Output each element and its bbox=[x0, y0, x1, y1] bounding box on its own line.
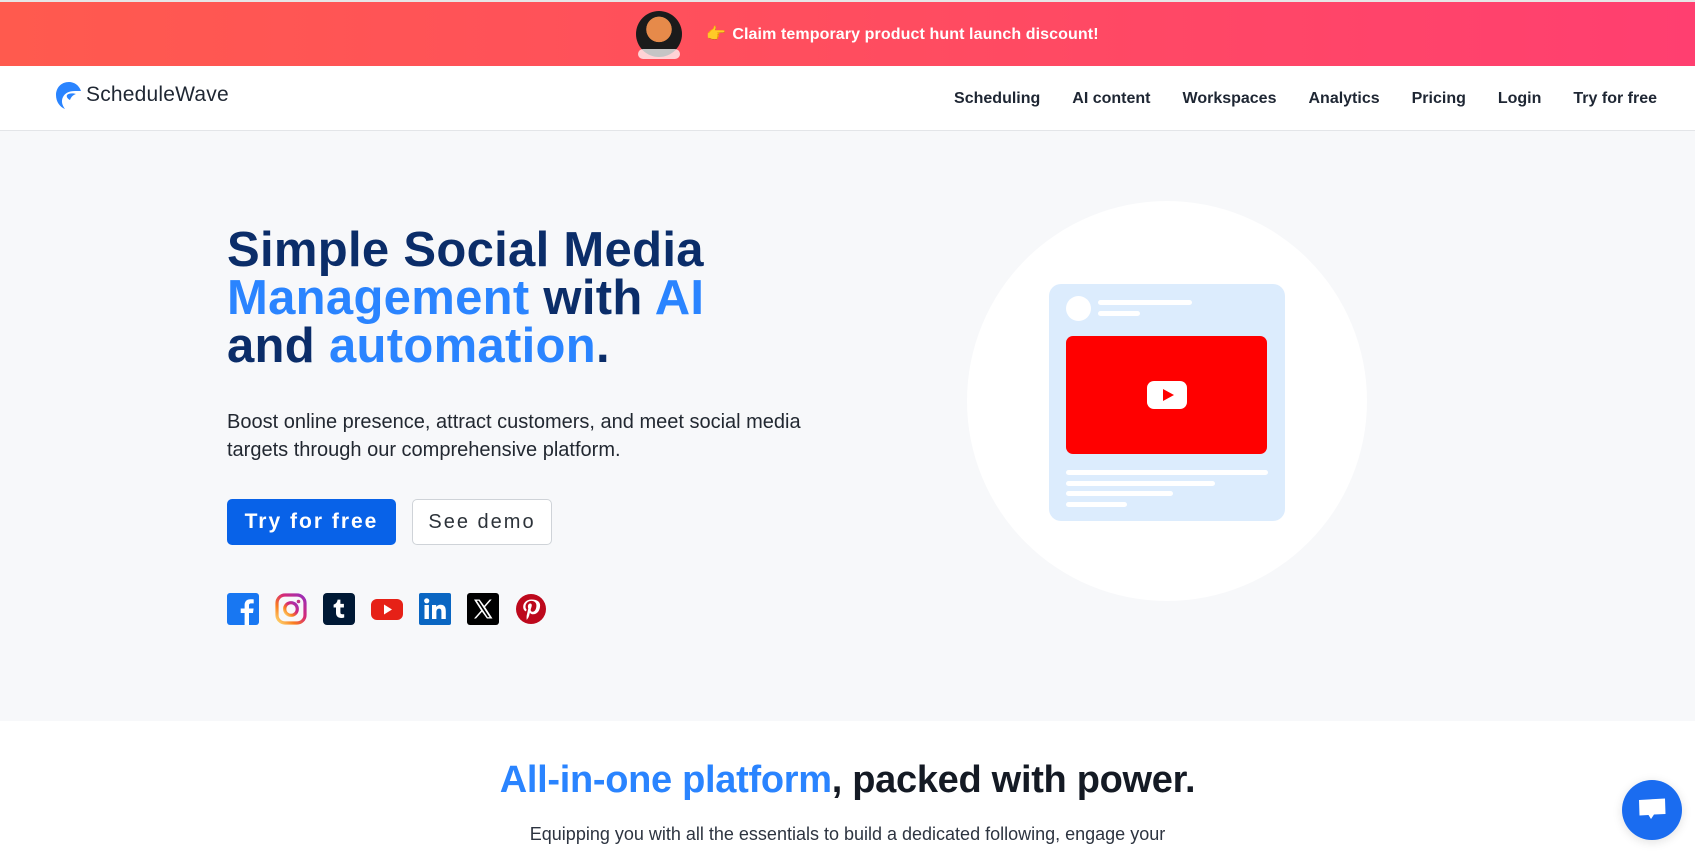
hero-title: Simple Social Media Management with AI a… bbox=[227, 223, 705, 373]
features-section: All-in-one platform, packed with power. … bbox=[0, 721, 1695, 855]
youtube-video-thumbnail bbox=[1066, 336, 1267, 454]
linkedin-icon[interactable] bbox=[419, 593, 451, 625]
schedulewave-logo-icon bbox=[56, 82, 81, 109]
x-icon[interactable] bbox=[467, 593, 499, 625]
nav-link-pricing[interactable]: Pricing bbox=[1412, 90, 1466, 108]
post-text-line bbox=[1066, 491, 1173, 496]
hero-section: Simple Social Media Management with AI a… bbox=[0, 131, 1695, 721]
instagram-icon[interactable] bbox=[275, 593, 307, 625]
nav-link-login[interactable]: Login bbox=[1498, 90, 1542, 108]
chat-bubble-icon bbox=[1639, 798, 1666, 819]
promo-banner[interactable]: 👉 Claim temporary product hunt launch dis… bbox=[0, 0, 1695, 66]
nav-link-try-for-free[interactable]: Try for free bbox=[1573, 90, 1657, 108]
hero-subtitle: Boost online presence, attract customers… bbox=[227, 411, 801, 461]
youtube-icon[interactable] bbox=[371, 593, 403, 625]
logo[interactable]: ScheduleWave bbox=[55, 80, 229, 110]
post-text-line bbox=[1066, 502, 1127, 507]
nav-links: Scheduling AI content Workspaces Analyti… bbox=[954, 66, 1657, 131]
chat-launcher-button[interactable] bbox=[1622, 780, 1682, 840]
tumblr-icon[interactable] bbox=[323, 593, 355, 625]
promo-banner-text[interactable]: 👉 Claim temporary product hunt launch dis… bbox=[706, 24, 1098, 44]
pinterest-icon[interactable] bbox=[515, 593, 547, 625]
nav-link-scheduling[interactable]: Scheduling bbox=[954, 90, 1040, 108]
logo-text: ScheduleWave bbox=[86, 83, 229, 106]
post-avatar-placeholder bbox=[1066, 296, 1091, 321]
facebook-icon[interactable] bbox=[227, 593, 259, 625]
try-for-free-button[interactable]: Try for free bbox=[227, 499, 396, 545]
features-title: All-in-one platform, packed with power. bbox=[499, 759, 1196, 801]
nav-link-workspaces[interactable]: Workspaces bbox=[1183, 90, 1277, 108]
post-header-line bbox=[1098, 311, 1140, 316]
post-text-line bbox=[1066, 470, 1268, 475]
see-demo-button[interactable]: See demo bbox=[412, 499, 552, 545]
social-icons bbox=[227, 593, 547, 625]
post-header-line bbox=[1098, 300, 1192, 305]
product-hunt-badge-icon bbox=[636, 11, 683, 59]
pointing-hand-icon: 👉 bbox=[706, 26, 727, 43]
nav-link-analytics[interactable]: Analytics bbox=[1308, 90, 1379, 108]
youtube-play-icon bbox=[1146, 381, 1187, 409]
features-subtitle: Equipping you with all the essentials to… bbox=[529, 824, 1166, 844]
top-navigation: ScheduleWave Scheduling AI content Works… bbox=[0, 66, 1695, 131]
nav-link-ai-content[interactable]: AI content bbox=[1072, 90, 1150, 108]
youtube-post-illustration bbox=[1049, 284, 1285, 521]
post-text-line bbox=[1066, 481, 1215, 486]
